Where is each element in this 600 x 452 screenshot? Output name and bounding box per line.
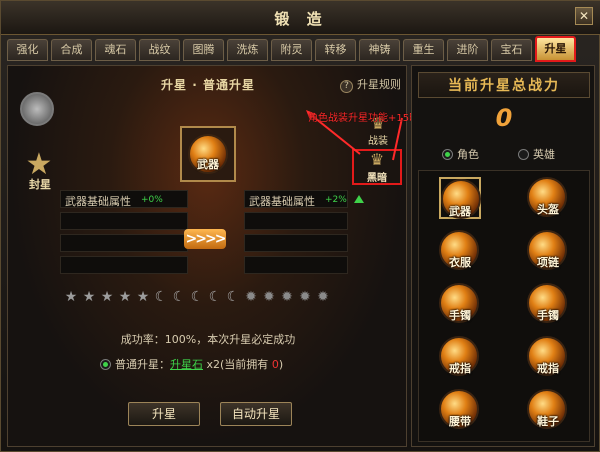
- tab-4[interactable]: 图腾: [183, 39, 224, 61]
- equipment-slot[interactable]: 手镯: [439, 283, 481, 325]
- moon-level-icon: ☾: [172, 289, 186, 305]
- equipment-label: 鞋子: [537, 415, 559, 428]
- equipment-slot[interactable]: 项链: [527, 230, 569, 272]
- attr-row-empty: [60, 256, 188, 274]
- upgrade-prefix: 普通升星：: [115, 358, 170, 371]
- tab-3[interactable]: 战纹: [139, 39, 180, 61]
- equipment-label: 戒指: [449, 362, 471, 375]
- tab-10[interactable]: 进阶: [447, 39, 488, 61]
- normal-upgrade-option[interactable]: 普通升星：升星石 x2(当前拥有 0): [100, 356, 283, 372]
- tab-2[interactable]: 魂石: [95, 39, 136, 61]
- star-level-icon: ★: [136, 289, 150, 305]
- tab-9[interactable]: 重生: [403, 39, 444, 61]
- window-title: 锻 造: [274, 10, 328, 28]
- option-role-label: 角色: [457, 148, 479, 161]
- tab-5[interactable]: 洗炼: [227, 39, 268, 61]
- tab-1[interactable]: 合成: [51, 39, 92, 61]
- tab-12[interactable]: 升星: [535, 36, 576, 62]
- sun-level-icon: ✹: [245, 289, 257, 305]
- equipment-slot[interactable]: 武器: [439, 177, 481, 219]
- auto-upgrade-button[interactable]: 自动升星: [220, 402, 292, 426]
- equipment-label: 腰带: [449, 415, 471, 428]
- upgrade-qty: x2: [206, 358, 221, 371]
- equipment-label: 衣服: [449, 256, 471, 269]
- power-panel: 当前升星总战力 0 角色 英雄 武器 头盔衣服 项链手镯 手镯戒指 戒指腰带 鞋子: [411, 65, 595, 447]
- tab-8[interactable]: 神铸: [359, 39, 400, 61]
- attr-row-current: 武器基础属性 +0%: [60, 190, 188, 208]
- moon-level-icon: ☾: [226, 289, 240, 305]
- attr-row-empty: [60, 212, 188, 230]
- attr-row-empty: [60, 234, 188, 252]
- equipment-slot[interactable]: 戒指: [527, 336, 569, 378]
- equipment-label: 手镯: [537, 309, 559, 322]
- moon-level-icon: ☾: [190, 289, 204, 305]
- equipment-slot[interactable]: 鞋子: [527, 389, 569, 431]
- equipment-grid: 武器 头盔衣服 项链手镯 手镯戒指 戒指腰带 鞋子: [418, 170, 590, 442]
- sun-level-icon: ✹: [263, 289, 275, 305]
- equipment-slot[interactable]: 衣服: [439, 230, 481, 272]
- attr-row-next: 武器基础属性 +2%: [244, 190, 348, 208]
- moon-level-icon: ☾: [154, 289, 168, 305]
- sun-level-icon: ✹: [281, 289, 293, 305]
- equipment-slot[interactable]: 腰带: [439, 389, 481, 431]
- equipment-label: 戒指: [537, 362, 559, 375]
- tab-7[interactable]: 转移: [315, 39, 356, 61]
- equipment-label: 头盔: [537, 203, 559, 216]
- attr-next-label: 武器基础属性: [249, 195, 315, 208]
- radio-selected-icon[interactable]: [442, 149, 453, 160]
- option-hero-label: 英雄: [533, 148, 555, 161]
- star-level-row: ★ ★ ★ ★ ★ ☾ ☾ ☾ ☾ ☾ ✹ ✹ ✹ ✹ ✹: [64, 290, 330, 304]
- tab-11[interactable]: 宝石: [491, 39, 532, 61]
- attr-current-value: +0%: [141, 195, 163, 205]
- upgrade-button[interactable]: 升星: [128, 402, 200, 426]
- option-role[interactable]: 角色: [442, 146, 479, 162]
- radio-icon[interactable]: [518, 149, 529, 160]
- star-level-icon: ★: [100, 289, 114, 305]
- star-level-icon: ★: [82, 289, 96, 305]
- equipment-label: 手镯: [449, 309, 471, 322]
- attr-row-empty: [244, 234, 348, 252]
- sun-level-icon: ✹: [299, 289, 311, 305]
- tab-6[interactable]: 附灵: [271, 39, 312, 61]
- attr-row-empty: [244, 256, 348, 274]
- title-bar: 锻 造 ✕: [1, 1, 600, 35]
- equipment-slot[interactable]: 手镯: [527, 283, 569, 325]
- option-hero[interactable]: 英雄: [518, 146, 555, 162]
- arrow-right-icon: >>>>: [184, 229, 226, 249]
- equipment-label: 武器: [449, 205, 471, 218]
- equipment-label: 项链: [537, 256, 559, 269]
- own-value: 0: [271, 358, 279, 371]
- equipment-slot[interactable]: 戒指: [439, 336, 481, 378]
- forge-window: 锻 造 ✕ 强化 合成 魂石 战纹 图腾 洗炼 附灵 转移 神铸 重生 进阶 宝石 升星 升星 · 普通…: [0, 0, 600, 452]
- power-value: 0: [495, 104, 513, 132]
- attr-next-value: +2%: [325, 195, 347, 205]
- own-suffix: ): [278, 358, 284, 371]
- star-level-icon: ★: [118, 289, 132, 305]
- tab-0[interactable]: 强化: [7, 39, 48, 61]
- moon-level-icon: ☾: [208, 289, 222, 305]
- attr-current-label: 武器基础属性: [65, 195, 131, 208]
- radio-selected-icon[interactable]: [100, 359, 111, 370]
- equipment-slot[interactable]: 头盔: [527, 177, 569, 219]
- star-level-icon: ★: [64, 289, 78, 305]
- upgrade-stone-link[interactable]: 升星石: [170, 358, 203, 371]
- success-rate-text: 成功率：100%，本次升星必定成功: [120, 333, 296, 346]
- tab-bar: 强化 合成 魂石 战纹 图腾 洗炼 附灵 转移 神铸 重生 进阶 宝石 升星: [7, 36, 576, 63]
- close-icon[interactable]: ✕: [575, 7, 593, 25]
- attr-row-empty: [244, 212, 348, 230]
- sun-level-icon: ✹: [317, 289, 329, 305]
- upgrade-panel: 升星 · 普通升星 ? 升星规则 ★ 封星 武器 ♛ 战装 ♛ 黑暗 角色战装升…: [7, 65, 439, 447]
- own-prefix: (当前拥有: [220, 358, 272, 371]
- power-title: 当前升星总战力: [418, 72, 590, 98]
- callout-arrow-icon: [306, 110, 403, 161]
- increase-arrow-icon: [354, 195, 364, 203]
